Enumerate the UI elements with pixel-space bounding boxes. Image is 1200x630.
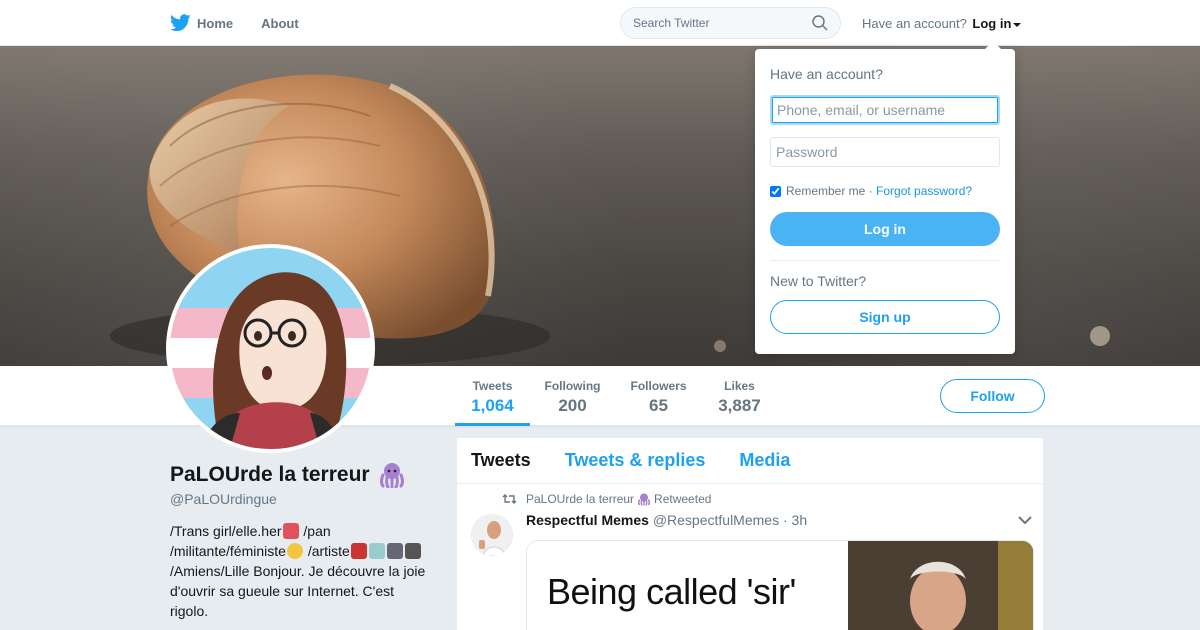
new-to-twitter-label: New to Twitter? (770, 273, 867, 289)
top-navigation-bar: Home About Have an account? Log in (0, 0, 1200, 46)
bio-part-4: /Amiens/Lille Bonjour. Je découvre la jo… (170, 563, 426, 619)
stat-following-value: 200 (558, 396, 587, 415)
nav-about[interactable]: About (261, 16, 299, 31)
follow-button[interactable]: Follow (940, 379, 1045, 413)
tweet-timestamp[interactable]: · 3h (783, 512, 807, 528)
film-camera-emoji-icon (404, 543, 421, 559)
login-dropdown: Have an account? Remember me · Forgot pa… (755, 41, 1015, 354)
login-divider (770, 260, 1000, 261)
avatar-illustration (170, 248, 371, 449)
tweet-author-handle[interactable]: @RespectfulMemes (653, 512, 779, 528)
camera-emoji-icon (386, 543, 403, 559)
tab-media[interactable]: Media (739, 450, 790, 471)
tweet-author-avatar-image (471, 514, 513, 556)
remember-row: Remember me · Forgot password? (770, 184, 972, 198)
nav-home[interactable]: Home (170, 14, 233, 32)
bio-part-3: /artiste (303, 543, 350, 559)
meme-text-panel: Being called 'sir' (527, 541, 848, 630)
chevron-down-icon[interactable] (1018, 516, 1032, 524)
music-emoji-icon (368, 543, 385, 559)
stat-likes-label: Likes (724, 379, 755, 393)
profile-handle: @PaLOUrdingue (170, 491, 277, 507)
meme-caption-line-1: Being called 'sir' (547, 571, 796, 612)
caret-down-icon (1013, 22, 1022, 27)
tab-tweets-replies[interactable]: Tweets & replies (565, 450, 706, 471)
twitter-bird-icon (170, 14, 191, 32)
login-dropdown-title: Have an account? (770, 66, 883, 82)
bio-part-1: /Trans girl/elle.her (170, 523, 282, 539)
tweet-media[interactable]: Being called 'sir' (526, 540, 1034, 630)
account-prompt: Have an account? (862, 16, 967, 31)
nav-home-label: Home (197, 15, 234, 31)
forgot-password-link[interactable]: Forgot password? (876, 184, 972, 198)
profile-name-text: PaLOUrde la terreur (170, 463, 370, 486)
stat-likes-value: 3,887 (718, 396, 761, 415)
login-toggle[interactable]: Log in (972, 16, 1022, 31)
stat-followers-value: 65 (649, 396, 668, 415)
drum-emoji-icon (350, 543, 367, 559)
stat-tweets-label: Tweets (472, 379, 513, 393)
remember-me-checkbox[interactable] (770, 185, 781, 197)
nav-about-label: About (261, 15, 299, 31)
retweet-context-name[interactable]: PaLOUrde la terreur (526, 492, 634, 506)
tweet-author-name[interactable]: Respectful Memes (526, 512, 649, 528)
octopus-emoji-icon (638, 493, 651, 506)
retweet-context: PaLOUrde la terreur Retweeted (502, 492, 711, 506)
account-hint: Have an account? Log in (862, 16, 1022, 31)
profile-avatar[interactable] (166, 244, 375, 453)
meme-photo-panel (848, 541, 1033, 630)
search-input[interactable] (633, 16, 812, 30)
stat-tweets[interactable]: Tweets 1,064 (455, 366, 530, 426)
stat-following-label: Following (544, 379, 601, 393)
timeline: Tweets Tweets & replies Media PaLOUrde l… (456, 437, 1044, 630)
stat-followers[interactable]: Followers 65 (625, 366, 692, 426)
search-icon[interactable] (812, 15, 828, 31)
tab-tweets[interactable]: Tweets (471, 450, 531, 471)
retweet-context-suffix: Retweeted (654, 492, 712, 506)
stat-likes[interactable]: Likes 3,887 (712, 366, 767, 426)
profile-bio: /Trans girl/elle.her /pan /militante/fém… (170, 521, 435, 621)
octopus-emoji-icon (379, 463, 404, 488)
raised-fist-emoji-icon (286, 543, 303, 559)
stat-followers-label: Followers (630, 379, 687, 393)
retweet-icon (502, 494, 517, 504)
login-toggle-label: Log in (972, 16, 1012, 31)
timeline-tabs: Tweets Tweets & replies Media (457, 438, 1043, 484)
tweet-header: Respectful Memes @RespectfulMemes · 3h (526, 512, 807, 528)
profile-name: PaLOUrde la terreur (170, 462, 406, 488)
meme-photo (848, 541, 1033, 630)
password-field[interactable] (770, 137, 1000, 167)
stat-tweets-value: 1,064 (471, 396, 514, 415)
tweet-author-avatar[interactable] (471, 514, 513, 556)
signup-button[interactable]: Sign up (770, 300, 1000, 334)
main-nav: Home About (170, 0, 327, 46)
search-box[interactable] (620, 7, 841, 39)
login-button[interactable]: Log in (770, 212, 1000, 246)
remember-me-label: Remember me · (786, 184, 873, 198)
stat-following[interactable]: Following 200 (540, 366, 605, 426)
female-sign-emoji-icon (282, 523, 299, 539)
username-field[interactable] (770, 95, 1000, 125)
